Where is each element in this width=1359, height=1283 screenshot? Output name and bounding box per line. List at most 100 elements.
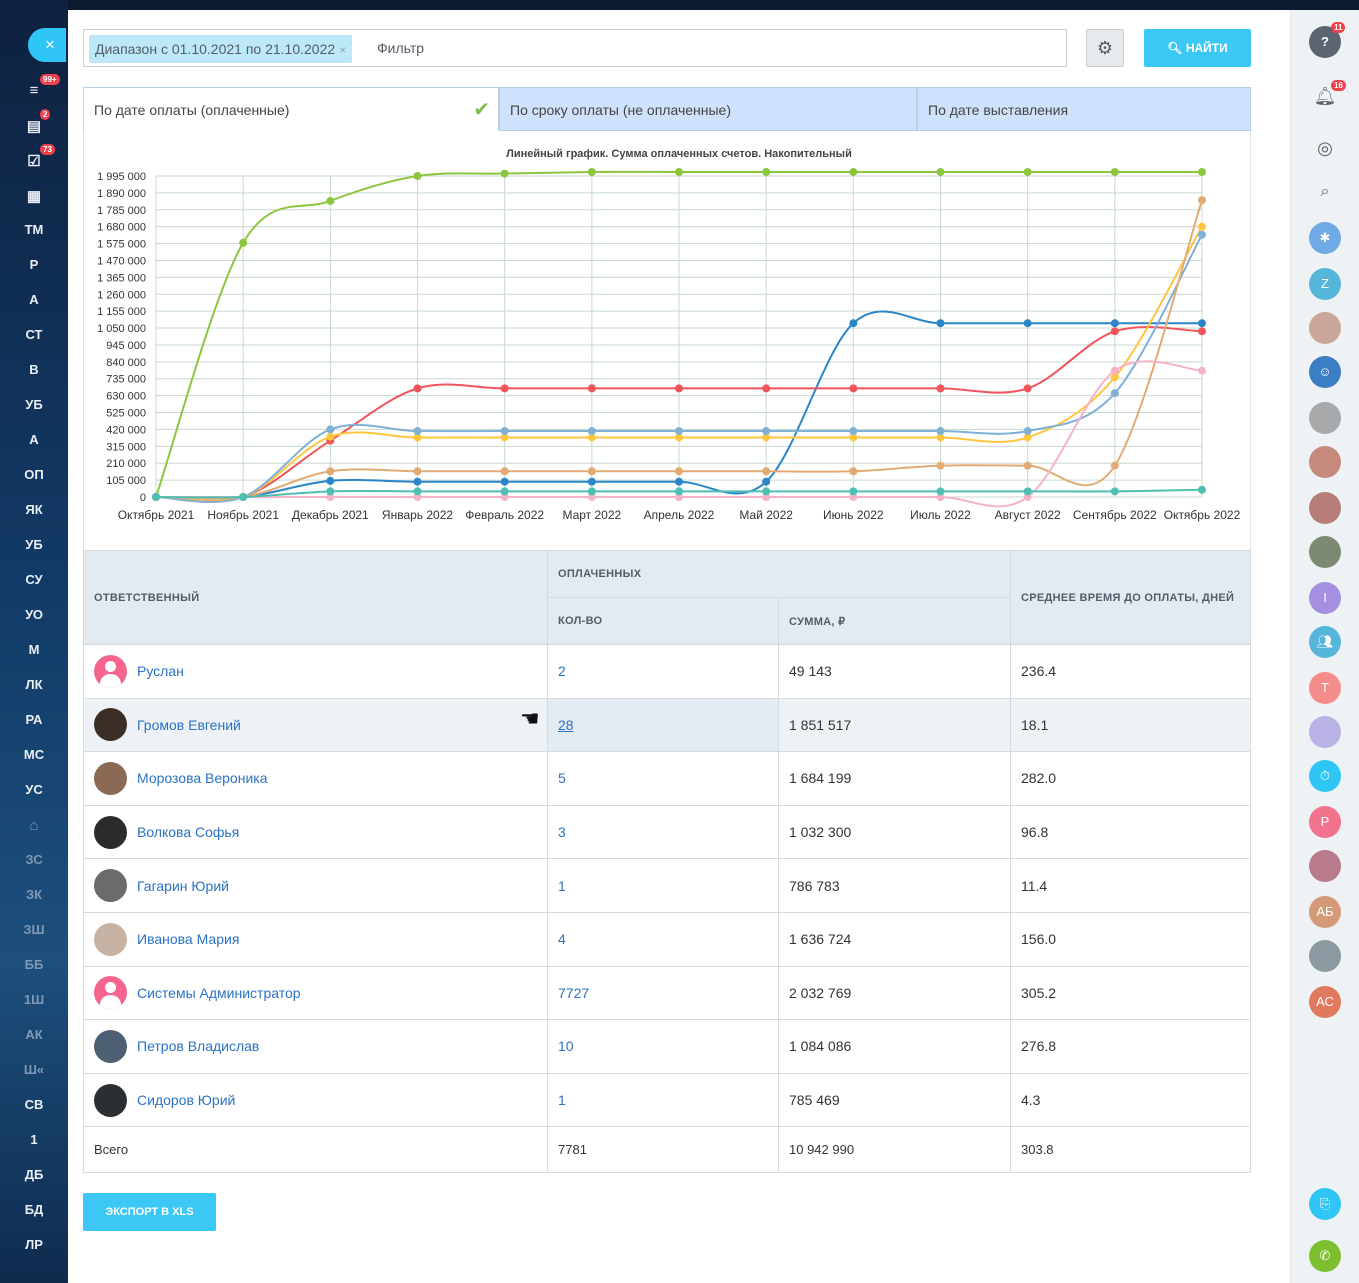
- nav-item-24[interactable]: ЗШ: [0, 922, 68, 937]
- nav-item-9[interactable]: УБ: [0, 397, 68, 412]
- nav-item-4[interactable]: ТМ: [0, 222, 68, 237]
- count-link[interactable]: 2: [558, 663, 566, 679]
- series-point: [500, 467, 509, 476]
- responsible-link[interactable]: Громов Евгений: [137, 717, 241, 733]
- phone-icon[interactable]: ✆: [1309, 1240, 1341, 1272]
- responsible-link[interactable]: Гагарин Юрий: [137, 878, 229, 894]
- nav-item-19[interactable]: МС: [0, 747, 68, 762]
- count-link[interactable]: 28: [558, 717, 574, 733]
- export-xls-button[interactable]: ЭКСПОРТ В XLS: [83, 1193, 216, 1231]
- count-link[interactable]: 10: [558, 1038, 574, 1054]
- avatar[interactable]: T: [1309, 672, 1341, 704]
- chart-title: Линейный график. Сумма оплаченных счетов…: [506, 148, 852, 160]
- count-link[interactable]: 5: [558, 770, 566, 786]
- inbox-icon[interactable]: ▤: [0, 117, 68, 135]
- tab-by-due-date[interactable]: По сроку оплаты (не оплаченные): [499, 87, 917, 131]
- header-count: КОЛ-ВО: [547, 597, 779, 645]
- nav-item-6[interactable]: А: [0, 292, 68, 307]
- responsible-link[interactable]: Системы Администратор: [137, 985, 301, 1001]
- nav-item-16[interactable]: М: [0, 642, 68, 657]
- cell-count: 4: [547, 911, 779, 967]
- nav-item-10[interactable]: А: [0, 432, 68, 447]
- nav-item-17[interactable]: ЛК: [0, 677, 68, 692]
- responsible-link[interactable]: Петров Владислав: [137, 1038, 259, 1054]
- nav-item-25[interactable]: ББ: [0, 957, 68, 972]
- cell-responsible: Сидоров Юрий: [83, 1072, 548, 1128]
- nav-item-11[interactable]: ОП: [0, 467, 68, 482]
- avatar[interactable]: P: [1309, 806, 1341, 838]
- nav-item-14[interactable]: СУ: [0, 572, 68, 587]
- nav-item-33[interactable]: ЛР: [0, 1237, 68, 1252]
- filter-search-bar[interactable]: Диапазон с 01.10.2021 по 21.10.2022 × Фил…: [83, 29, 1067, 67]
- avatar[interactable]: АБ: [1309, 896, 1341, 928]
- nav-item-23[interactable]: ЗК: [0, 887, 68, 902]
- nav-item-20[interactable]: УС: [0, 782, 68, 797]
- tab-by-payment-date[interactable]: По дате оплаты (оплаченные) ✔: [83, 87, 499, 131]
- nav-item-29[interactable]: СВ: [0, 1097, 68, 1112]
- avatar[interactable]: [1309, 312, 1341, 344]
- avatar[interactable]: [1309, 402, 1341, 434]
- nav-item-27[interactable]: АК: [0, 1027, 68, 1042]
- filter-input[interactable]: Фильтр: [377, 30, 424, 66]
- nav-item-13[interactable]: УБ: [0, 537, 68, 552]
- workgroup-icon[interactable]: ✱: [1309, 222, 1341, 254]
- nav-item-26[interactable]: 1Ш: [0, 992, 68, 1007]
- avatar[interactable]: [1309, 492, 1341, 524]
- count-link[interactable]: 3: [558, 824, 566, 840]
- total-sum: 10 942 990: [778, 1126, 1011, 1174]
- nav-item-18[interactable]: РА: [0, 712, 68, 727]
- find-button[interactable]: 🔍︎ НАЙТИ: [1144, 29, 1251, 67]
- x-tick-label: Август 2022: [995, 508, 1061, 522]
- responsible-link[interactable]: Морозова Вероника: [137, 770, 268, 786]
- nav-item-15[interactable]: УО: [0, 607, 68, 622]
- avatar[interactable]: АС: [1309, 986, 1341, 1018]
- count-link[interactable]: 7727: [558, 985, 589, 1001]
- series-point: [1023, 384, 1032, 393]
- count-link[interactable]: 1: [558, 1092, 566, 1108]
- avatar[interactable]: [1309, 940, 1341, 972]
- responsible-link[interactable]: Руслан: [137, 663, 184, 679]
- nav-item-30[interactable]: 1: [0, 1132, 68, 1147]
- avatar[interactable]: Z: [1309, 268, 1341, 300]
- nav-item-8[interactable]: В: [0, 362, 68, 377]
- avatar[interactable]: [1309, 536, 1341, 568]
- nav-item-22[interactable]: ЗС: [0, 852, 68, 867]
- filter-chip-date-range[interactable]: Диапазон с 01.10.2021 по 21.10.2022 ×: [89, 35, 353, 63]
- avatar[interactable]: [1309, 446, 1341, 478]
- user-clock-icon[interactable]: ⏱: [1309, 760, 1341, 792]
- avatar[interactable]: [1309, 716, 1341, 748]
- copy-icon[interactable]: ⎘: [1309, 1188, 1341, 1220]
- nav-badge: 99+: [40, 74, 60, 85]
- count-link[interactable]: 4: [558, 931, 566, 947]
- avatar[interactable]: I: [1309, 582, 1341, 614]
- nav-item-7[interactable]: СТ: [0, 327, 68, 342]
- document-icon[interactable]: ▦: [0, 187, 68, 205]
- series-point: [152, 493, 160, 501]
- nav-item-32[interactable]: БД: [0, 1202, 68, 1217]
- responsible-link[interactable]: Сидоров Юрий: [137, 1092, 235, 1108]
- chip-close-icon[interactable]: ×: [339, 43, 346, 57]
- chat-icon[interactable]: ◎: [1309, 132, 1341, 164]
- responsible-link[interactable]: Иванова Мария: [137, 931, 239, 947]
- group-chat-icon[interactable]: ☺: [1309, 356, 1341, 388]
- table-row: Гагарин Юрий 1 786 783 11.4: [83, 858, 1251, 913]
- nav-item-28[interactable]: Ш«: [0, 1062, 68, 1077]
- close-icon[interactable]: ×: [28, 28, 66, 62]
- count-link[interactable]: 1: [558, 878, 566, 894]
- series-point: [413, 467, 422, 476]
- cell-avg-time: 305.2: [1010, 965, 1251, 1021]
- tab-by-issue-date[interactable]: По дате выставления: [917, 87, 1251, 131]
- avatar[interactable]: [1309, 850, 1341, 882]
- nav-item-31[interactable]: ДБ: [0, 1167, 68, 1182]
- group-icon[interactable]: 👥︎: [1309, 626, 1341, 658]
- nav-item-12[interactable]: ЯК: [0, 502, 68, 517]
- filter-icon[interactable]: ≡: [0, 82, 68, 99]
- search-icon[interactable]: ⌕: [1309, 176, 1341, 208]
- nav-item-5[interactable]: Р: [0, 257, 68, 272]
- tasks-icon[interactable]: ☑: [0, 152, 68, 170]
- settings-button[interactable]: ⚙: [1086, 29, 1124, 67]
- responsible-link[interactable]: Волкова Софья: [137, 824, 239, 840]
- cell-avg-time: 156.0: [1010, 911, 1251, 967]
- series-point: [413, 487, 422, 496]
- robot-icon[interactable]: ⌂: [0, 817, 68, 834]
